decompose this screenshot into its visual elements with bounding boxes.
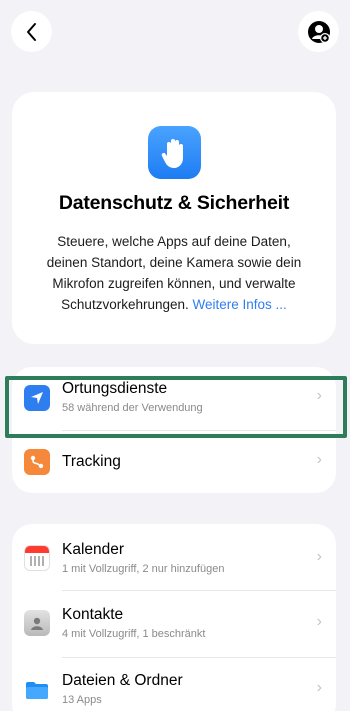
- chevron-left-icon: [26, 22, 36, 41]
- tracking-icon: [24, 449, 50, 475]
- highlight-frame: [5, 376, 347, 438]
- settings-row-calendar[interactable]: Kalender 1 mit Vollzugriff, 2 nur hinzuf…: [12, 524, 336, 590]
- row-title: Tracking: [62, 453, 121, 470]
- description-line: Steuere, welche Apps auf deine Daten,: [57, 234, 291, 249]
- row-title: Kontakte: [62, 606, 124, 623]
- row-title: Dateien & Ordner: [62, 672, 183, 689]
- privacy-hero-card: Datenschutz & Sicherheit Steuere, welche…: [12, 92, 336, 344]
- chevron-right-icon: ›: [316, 451, 322, 468]
- raised-hand-icon: [148, 126, 201, 179]
- row-subtitle: 1 mit Vollzugriff, 2 nur hinzufügen: [62, 563, 225, 575]
- settings-row-contacts[interactable]: Kontakte 4 mit Vollzugriff, 1 beschränkt…: [12, 591, 336, 657]
- person-add-icon: [307, 20, 330, 43]
- app-permissions-group: Kalender 1 mit Vollzugriff, 2 nur hinzuf…: [12, 524, 336, 711]
- description-line: Schutzvorkehrungen. Weitere Infos ...: [61, 297, 287, 312]
- row-subtitle: 13 Apps: [62, 694, 102, 706]
- page-title: Datenschutz & Sicherheit: [58, 192, 290, 214]
- chevron-right-icon: ›: [316, 613, 322, 630]
- learn-more-link[interactable]: Weitere Infos ...: [193, 297, 287, 312]
- chevron-right-icon: ›: [316, 548, 322, 565]
- row-subtitle: 4 mit Vollzugriff, 1 beschränkt: [62, 628, 206, 640]
- description-line: Mikrofon zugreifen können, und verwalte: [52, 276, 296, 291]
- settings-row-files-folders[interactable]: Dateien & Ordner 13 Apps ›: [12, 658, 336, 711]
- folder-icon: [24, 677, 50, 703]
- add-person-button[interactable]: [298, 11, 339, 52]
- back-button[interactable]: [11, 11, 52, 52]
- calendar-icon: [24, 545, 50, 571]
- row-title: Kalender: [62, 541, 125, 558]
- description-line: deinen Standort, deine Kamera sowie dein: [46, 255, 302, 270]
- chevron-right-icon: ›: [316, 679, 322, 696]
- privacy-description: Steuere, welche Apps auf deine Daten, de…: [28, 231, 320, 315]
- contacts-icon: [24, 610, 50, 636]
- settings-row-tracking[interactable]: Tracking ›: [12, 431, 336, 493]
